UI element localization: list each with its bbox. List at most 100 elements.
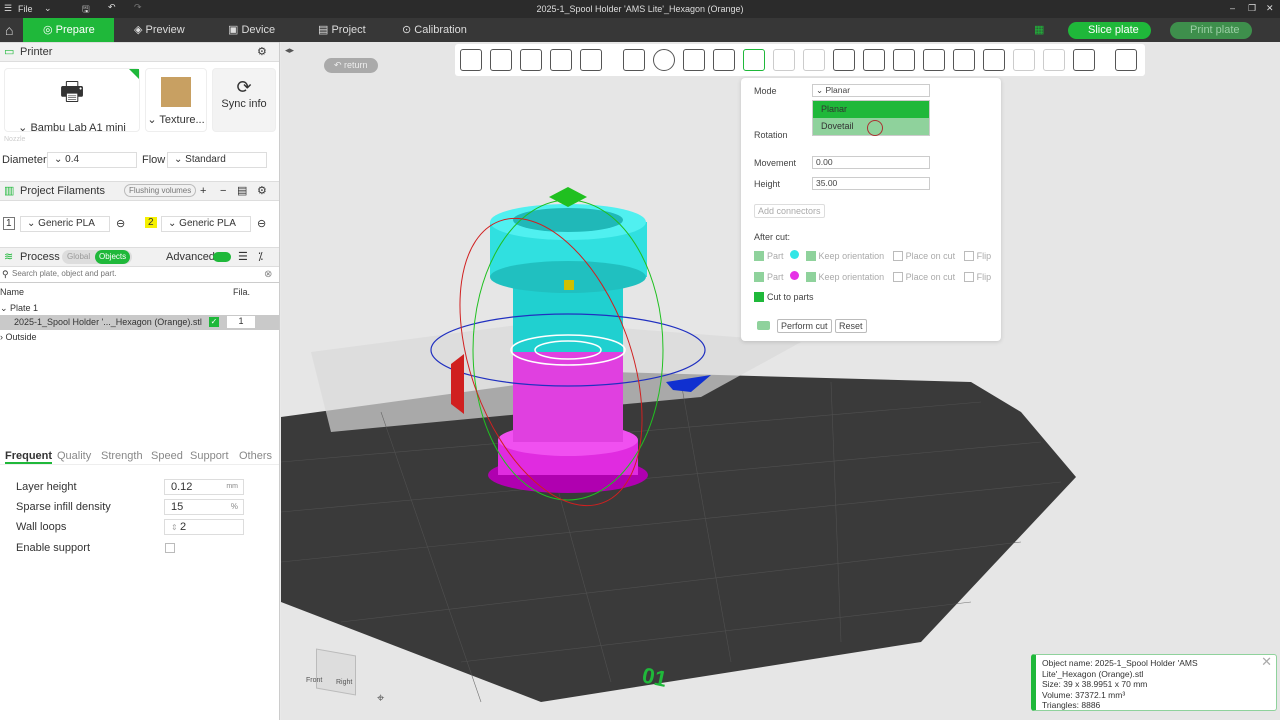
tab-others[interactable]: Others [239, 450, 272, 462]
split-objects-icon[interactable] [1013, 49, 1035, 71]
rotate-icon[interactable] [653, 49, 675, 71]
filament-2-select[interactable]: ⌄ Generic PLA [161, 216, 251, 232]
gear-icon[interactable]: ⚙ [257, 43, 267, 61]
variable-layer-icon[interactable] [983, 49, 1005, 71]
tab-quality[interactable]: Quality [57, 450, 91, 462]
scale-icon[interactable] [683, 49, 705, 71]
sync-filament-icon[interactable]: ▤ [237, 182, 247, 200]
sync-info-button[interactable]: ⟳ Sync info [212, 68, 276, 132]
project-icon: ▤ [318, 24, 332, 36]
outside-row[interactable]: › Outside [0, 332, 37, 342]
cut-panel: Mode ⌄ Planar Planar Dovetail Rotation M… [741, 78, 1001, 341]
tab-calibration[interactable]: ⊙ Calibration [392, 18, 477, 42]
overhang-icon[interactable] [1115, 49, 1137, 71]
close-icon[interactable]: ✕ [1266, 3, 1274, 14]
wall-loops-stepper[interactable]: ⇕ 2 [164, 519, 244, 535]
corner-marker [129, 69, 139, 79]
reset-button[interactable]: Reset [835, 319, 867, 333]
filament-1-select[interactable]: ⌄ Generic PLA [20, 216, 110, 232]
upper-part-checkbox[interactable] [754, 250, 764, 261]
layer-height-input[interactable]: 0.12 mm [164, 479, 244, 495]
tab-support[interactable]: Support [190, 450, 229, 462]
slice-plate-button[interactable]: Slice plate [1068, 22, 1151, 39]
add-plate-icon[interactable] [490, 49, 512, 71]
search-input[interactable] [12, 269, 252, 278]
filament-2-remove-icon[interactable]: ⊖ [257, 217, 266, 230]
tab-prepare[interactable]: ◎ Prepare [23, 18, 114, 42]
list-icon[interactable]: ☰ [238, 248, 248, 266]
lower-keep-orientation-checkbox[interactable] [805, 271, 816, 282]
printer-card[interactable]: 🖶 ⌄ Bambu Lab A1 mini [4, 68, 140, 134]
layers-icon[interactable] [580, 49, 602, 71]
support-paint-icon[interactable] [803, 49, 825, 71]
close-icon[interactable]: ✕ [1261, 655, 1272, 667]
height-label: Height [754, 179, 781, 189]
global-objects-toggle[interactable]: Global Objects [62, 250, 132, 264]
minimize-icon[interactable]: – [1230, 3, 1235, 13]
upper-place-on-cut-checkbox[interactable] [892, 250, 903, 261]
lower-flip-checkbox[interactable] [963, 271, 974, 282]
clear-search-icon[interactable]: ⊗ [264, 269, 272, 280]
tab-device[interactable]: ▣ Device [218, 18, 285, 42]
movement-input[interactable]: 0.00 [812, 156, 930, 169]
restore-icon[interactable]: ❐ [1248, 3, 1256, 14]
upper-flip-checkbox[interactable] [963, 250, 974, 261]
tab-preview[interactable]: ◈ Preview [124, 18, 195, 42]
move-icon[interactable] [623, 49, 645, 71]
perform-cut-button[interactable]: Perform cut [777, 319, 832, 333]
object-search[interactable]: ⚲ ⊗ [0, 269, 279, 283]
plate-type-card[interactable]: ⌄ Texture... [145, 68, 207, 132]
lower-color-dot [790, 271, 800, 280]
flow-select[interactable]: ⌄ Standard [167, 152, 267, 168]
visible-checkbox[interactable]: ✓ [209, 317, 219, 327]
mesh-boolean-icon[interactable] [773, 49, 795, 71]
print-plate-button[interactable]: Print plate [1170, 22, 1252, 39]
infill-density-input[interactable]: 15% [164, 499, 244, 515]
arrange-icon[interactable] [550, 49, 572, 71]
enable-support-checkbox[interactable] [165, 543, 175, 554]
filament-1-remove-icon[interactable]: ⊖ [116, 217, 125, 230]
plate-row[interactable]: ⌄ Plate 1 [0, 303, 38, 314]
gear-icon[interactable]: ⚙ [257, 182, 267, 200]
add-object-icon[interactable] [460, 49, 482, 71]
object-filament[interactable]: 1 [227, 316, 255, 328]
advanced-toggle[interactable] [213, 252, 231, 262]
box-icon[interactable] [923, 49, 945, 71]
add-icon[interactable]: + [200, 182, 206, 200]
emboss-icon[interactable] [893, 49, 915, 71]
upper-keep-orientation-checkbox[interactable] [805, 250, 816, 261]
tab-project[interactable]: ▤ Project [308, 18, 376, 42]
cut-icon[interactable] [743, 49, 765, 71]
height-input[interactable]: 35.00 [812, 177, 930, 190]
rotation-label: Rotation [754, 130, 788, 140]
preview-icon: ◈ [134, 24, 146, 36]
percent-icon[interactable]: ⁒ [258, 248, 263, 266]
home-icon[interactable]: ⌂ [0, 18, 22, 42]
mode-select[interactable]: ⌄ Planar [812, 84, 930, 97]
lower-place-on-cut-checkbox[interactable] [892, 271, 903, 282]
add-connectors-button[interactable]: Add connectors [754, 204, 825, 218]
tab-frequent[interactable]: Frequent [5, 450, 53, 464]
object-info-notification: Object name: 2025-1_Spool Holder 'AMS Li… [1031, 654, 1277, 711]
zoom-fit-icon[interactable]: ⌖ [377, 690, 384, 706]
option-planar[interactable]: Planar [813, 101, 929, 118]
keyboard-icon[interactable] [757, 321, 770, 330]
tab-speed[interactable]: Speed [151, 450, 183, 462]
assembly-icon[interactable] [953, 49, 975, 71]
view-cube[interactable]: Front Right [296, 647, 356, 707]
plate-texture-icon [161, 77, 191, 107]
lay-on-face-icon[interactable] [713, 49, 735, 71]
color-paint-icon[interactable] [833, 49, 855, 71]
measure-icon[interactable] [1073, 49, 1095, 71]
diameter-select[interactable]: ⌄ 0.4 [47, 152, 137, 168]
remove-icon[interactable]: − [220, 182, 226, 200]
tab-strength[interactable]: Strength [101, 450, 143, 462]
flushing-volumes-button[interactable]: Flushing volumes [124, 184, 197, 197]
plate-icon[interactable]: ▦ [1034, 23, 1044, 36]
cut-to-parts-checkbox[interactable] [754, 291, 764, 302]
lower-part-checkbox[interactable] [754, 271, 764, 282]
orient-icon[interactable] [520, 49, 542, 71]
split-parts-icon[interactable] [1043, 49, 1065, 71]
object-row[interactable]: 2025-1_Spool Holder '..._Hexagon (Orange… [0, 315, 279, 330]
text-icon[interactable] [863, 49, 885, 71]
